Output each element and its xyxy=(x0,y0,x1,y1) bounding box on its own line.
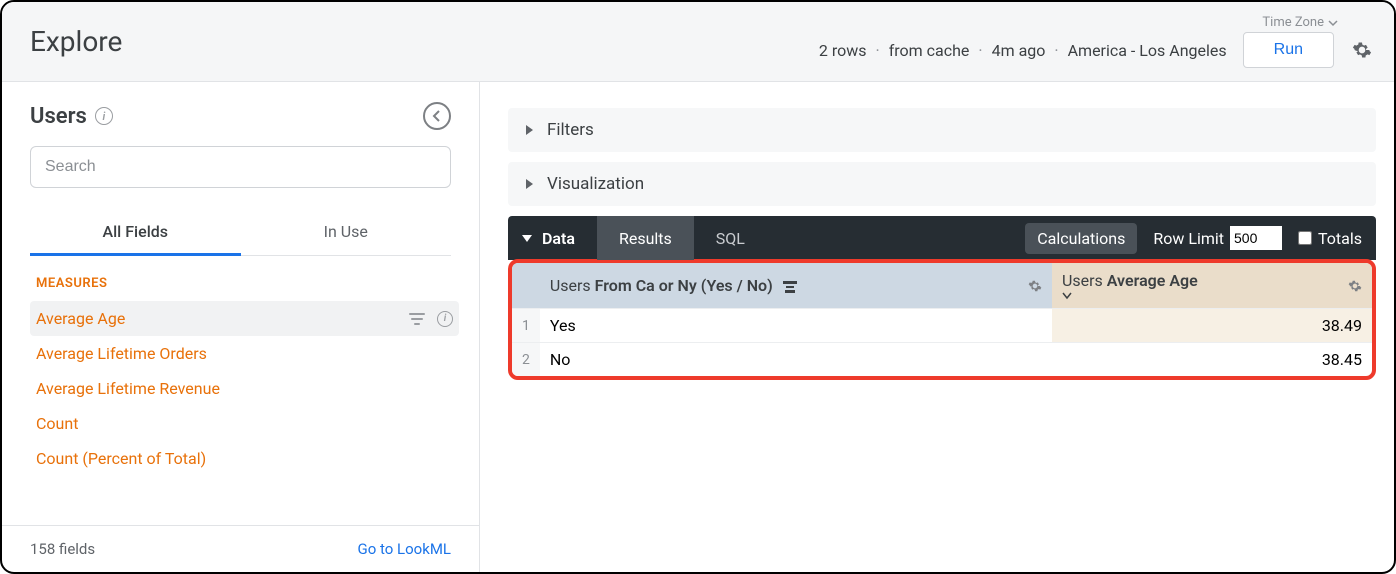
row-limit-label: Row Limit xyxy=(1153,229,1224,248)
sidebar-content: MEASURES Average Age i Average Lifetime … xyxy=(2,256,479,525)
measure-count[interactable]: Count xyxy=(30,406,459,441)
data-label: Data xyxy=(542,229,575,248)
main: Filters Visualization Data Results SQL C… xyxy=(480,82,1394,572)
sidebar-title: Users i xyxy=(30,104,113,129)
row-limit: Row Limit xyxy=(1153,226,1282,250)
row-number: 2 xyxy=(512,343,540,377)
query-status: 2 rows · from cache · 4m ago · America -… xyxy=(819,41,1227,60)
cell-dimension[interactable]: No xyxy=(540,343,1052,377)
sidebar: Users i All Fields In Use MEASURES Avera… xyxy=(2,82,480,572)
dot-separator: · xyxy=(978,41,982,60)
go-to-lookml-link[interactable]: Go to LookML xyxy=(358,540,452,558)
chevron-left-icon xyxy=(431,110,443,122)
measure-average-lifetime-revenue[interactable]: Average Lifetime Revenue xyxy=(30,371,459,406)
data-section: Data Results SQL Calculations Row Limit … xyxy=(508,216,1376,380)
status-tz: America - Los Angeles xyxy=(1068,41,1227,60)
cell-dimension[interactable]: Yes xyxy=(540,309,1052,343)
timezone-label: Time Zone xyxy=(1262,15,1324,30)
measure-average-age[interactable]: Average Age i xyxy=(30,301,459,336)
filters-label: Filters xyxy=(547,120,594,140)
caret-down-icon xyxy=(522,235,532,242)
sidebar-footer: 158 fields Go to LookML xyxy=(2,525,479,572)
status-cache: from cache xyxy=(889,41,970,60)
caret-right-icon xyxy=(526,125,533,135)
table-row: 1 Yes 38.49 xyxy=(512,309,1372,343)
collapse-sidebar-button[interactable] xyxy=(423,102,451,130)
status-row: 2 rows · from cache · 4m ago · America -… xyxy=(819,32,1374,68)
run-button[interactable]: Run xyxy=(1243,32,1334,68)
tab-all-fields[interactable]: All Fields xyxy=(30,210,241,255)
data-tab[interactable]: Data xyxy=(522,229,597,248)
results-table-highlight: Users From Ca or Ny (Yes / No) xyxy=(508,259,1376,380)
rownum-header xyxy=(512,263,540,309)
column-header-measure[interactable]: Users Average Age xyxy=(1052,263,1372,309)
table-row: 2 No 38.45 xyxy=(512,343,1372,377)
dot-separator: · xyxy=(1054,41,1058,60)
status-age: 4m ago xyxy=(992,41,1046,60)
column-gear-icon[interactable] xyxy=(1348,279,1362,293)
sql-tab[interactable]: SQL xyxy=(694,216,767,260)
chevron-down-icon xyxy=(1328,18,1338,28)
data-bar: Data Results SQL Calculations Row Limit … xyxy=(508,216,1376,260)
sidebar-title-text: Users xyxy=(30,104,87,129)
page-title: Explore xyxy=(30,25,122,58)
measure-actions: i xyxy=(409,311,453,327)
row-limit-input[interactable] xyxy=(1230,226,1282,250)
visualization-panel[interactable]: Visualization xyxy=(508,162,1376,206)
measure-label: Count (Percent of Total) xyxy=(36,449,206,468)
results-table: Users From Ca or Ny (Yes / No) xyxy=(512,263,1372,376)
info-icon[interactable]: i xyxy=(95,107,113,125)
search-input[interactable] xyxy=(30,146,451,188)
row-number: 1 xyxy=(512,309,540,343)
measures-heading: MEASURES xyxy=(30,270,459,301)
measure-label: Average Age xyxy=(36,309,125,328)
calculations-button[interactable]: Calculations xyxy=(1025,223,1137,254)
cell-measure[interactable]: 38.49 xyxy=(1052,309,1372,343)
col-prefix: Users xyxy=(1062,271,1107,290)
info-icon[interactable]: i xyxy=(437,311,453,327)
col-label: Average Age xyxy=(1107,271,1198,290)
sidebar-title-row: Users i xyxy=(30,102,451,130)
field-count: 158 fields xyxy=(30,540,95,558)
column-gear-icon[interactable] xyxy=(1028,279,1042,293)
status-rows: 2 rows xyxy=(819,41,867,60)
caret-right-icon xyxy=(526,179,533,189)
col-label: From Ca or Ny (Yes / No) xyxy=(595,276,773,295)
measure-average-lifetime-orders[interactable]: Average Lifetime Orders xyxy=(30,336,459,371)
measure-label: Average Lifetime Orders xyxy=(36,344,207,363)
column-header-dimension[interactable]: Users From Ca or Ny (Yes / No) xyxy=(540,263,1052,309)
sidebar-tabs: All Fields In Use xyxy=(30,210,451,256)
topbar: Explore Time Zone 2 rows · from cache · … xyxy=(2,2,1394,82)
body: Users i All Fields In Use MEASURES Avera… xyxy=(2,82,1394,572)
dot-separator: · xyxy=(876,41,880,60)
visualization-label: Visualization xyxy=(547,174,644,194)
app-frame: Explore Time Zone 2 rows · from cache · … xyxy=(0,0,1396,574)
col-prefix: Users xyxy=(550,276,595,295)
settings-button[interactable] xyxy=(1350,38,1374,62)
filters-panel[interactable]: Filters xyxy=(508,108,1376,152)
tab-in-use[interactable]: In Use xyxy=(241,210,452,255)
sort-desc-icon[interactable] xyxy=(1062,290,1362,300)
measure-label: Count xyxy=(36,414,78,433)
measure-label: Average Lifetime Revenue xyxy=(36,379,220,398)
filter-icon[interactable] xyxy=(409,312,425,326)
sidebar-header: Users i All Fields In Use xyxy=(2,82,479,256)
timezone-selector[interactable]: Time Zone xyxy=(1262,15,1338,30)
measure-count-percent[interactable]: Count (Percent of Total) xyxy=(30,441,459,476)
gear-icon xyxy=(1352,40,1372,60)
cell-measure[interactable]: 38.45 xyxy=(1052,343,1372,377)
totals-checkbox[interactable] xyxy=(1298,231,1312,245)
topbar-right: Time Zone 2 rows · from cache · 4m ago ·… xyxy=(819,2,1374,82)
totals-toggle: Totals xyxy=(1298,229,1362,248)
totals-label: Totals xyxy=(1318,229,1362,248)
results-tab[interactable]: Results xyxy=(597,216,694,260)
pivot-icon[interactable] xyxy=(783,281,797,293)
